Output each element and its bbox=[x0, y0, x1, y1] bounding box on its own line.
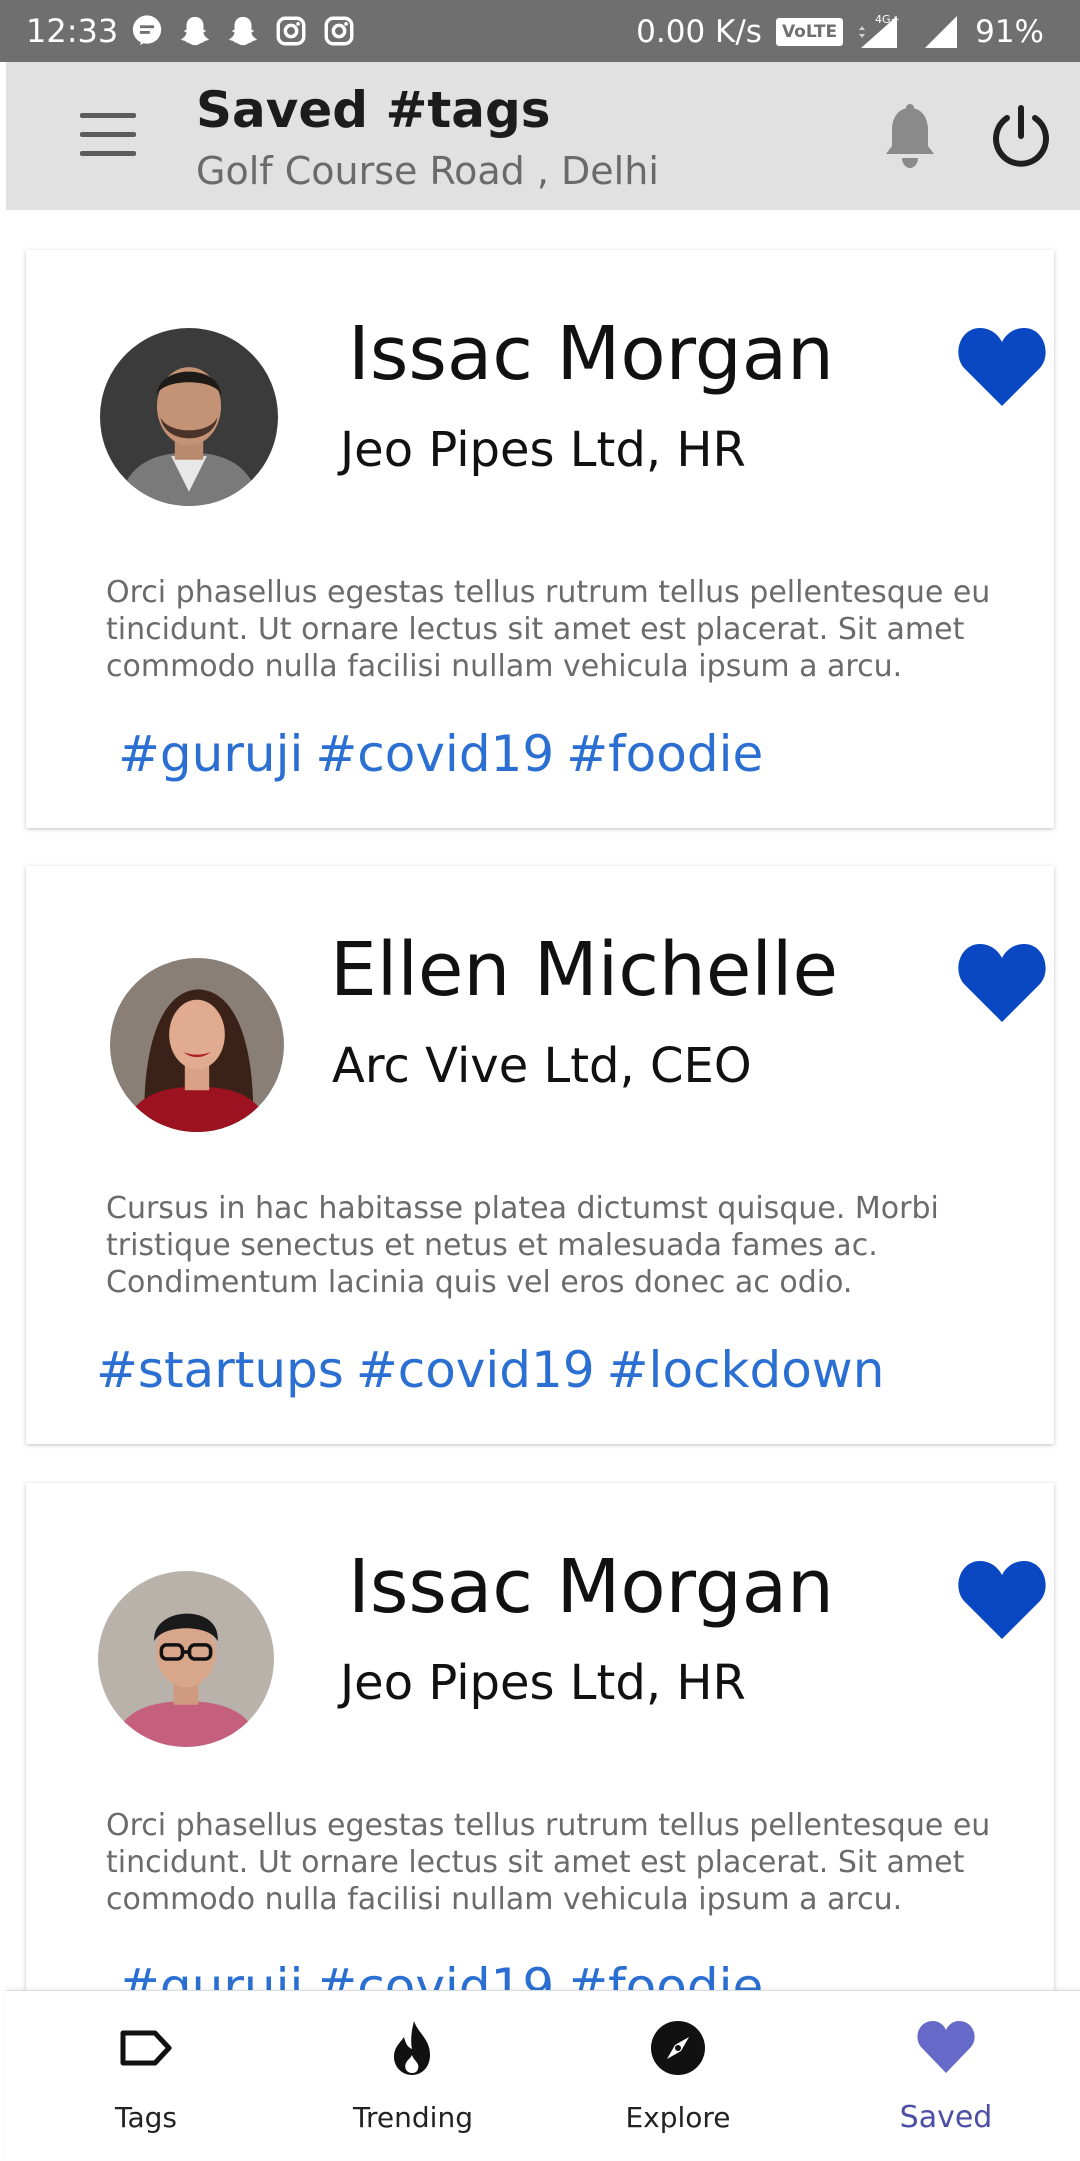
menu-button[interactable] bbox=[76, 113, 140, 159]
hashtag[interactable]: #startups bbox=[96, 1340, 344, 1400]
hashtag[interactable]: #guruji bbox=[118, 724, 303, 784]
notification-icons bbox=[130, 14, 356, 48]
hashtag[interactable]: #covid19 bbox=[356, 1340, 595, 1400]
avatar bbox=[98, 1571, 274, 1747]
person-role: Arc Vive Ltd, CEO bbox=[332, 1038, 752, 1094]
profile-card[interactable]: Issac Morgan Jeo Pipes Ltd, HR Orci phas… bbox=[26, 1483, 1054, 2061]
heart-icon[interactable] bbox=[956, 324, 1048, 408]
hashtag[interactable]: #lockdown bbox=[607, 1340, 885, 1400]
heart-icon bbox=[917, 2021, 975, 2073]
person-name: Issac Morgan bbox=[348, 311, 834, 397]
profile-card[interactable]: Issac Morgan Jeo Pipes Ltd, HR Orci phas… bbox=[26, 250, 1054, 828]
status-right: 0.00 K/s VoLTE 4G+ 91% bbox=[636, 12, 1044, 52]
nav-label: Explore bbox=[625, 2101, 731, 2134]
card-description: Orci phasellus egestas tellus rutrum tel… bbox=[106, 575, 991, 684]
flame-icon bbox=[394, 2021, 430, 2075]
snapchat-icon bbox=[228, 16, 258, 46]
net-speed: 0.00 K/s bbox=[636, 14, 762, 50]
person-role: Jeo Pipes Ltd, HR bbox=[340, 422, 746, 478]
bottom-navigation: Tags Trending Explore Saved bbox=[6, 1990, 1080, 2160]
instagram-icon bbox=[276, 16, 306, 46]
status-time: 12:33 bbox=[26, 12, 119, 50]
battery-level: 91% bbox=[975, 14, 1044, 50]
card-description: Orci phasellus egestas tellus rutrum tel… bbox=[106, 1808, 991, 1917]
nav-label: Tags bbox=[115, 2101, 177, 2134]
signal-icon bbox=[925, 16, 958, 48]
nav-label: Saved bbox=[899, 2100, 993, 2135]
avatar bbox=[110, 958, 284, 1132]
nav-tab-saved[interactable]: Saved bbox=[836, 1991, 1056, 2161]
snapchat-icon bbox=[180, 16, 210, 46]
app-bar: Saved #tags Golf Course Road , Delhi bbox=[6, 62, 1080, 210]
hashtag[interactable]: #covid19 bbox=[315, 724, 554, 784]
person-role: Jeo Pipes Ltd, HR bbox=[340, 1655, 746, 1711]
power-icon[interactable] bbox=[986, 102, 1056, 172]
compass-icon bbox=[651, 2021, 705, 2075]
instagram-icon bbox=[324, 16, 354, 46]
person-name: Issac Morgan bbox=[348, 1544, 834, 1630]
person-name: Ellen Michelle bbox=[330, 927, 838, 1013]
bell-icon[interactable] bbox=[878, 102, 942, 172]
nav-label: Trending bbox=[353, 2101, 473, 2134]
message-icon bbox=[132, 15, 162, 46]
card-description: Cursus in hac habitasse platea dictumst … bbox=[106, 1191, 939, 1300]
hashtag-list: #startups #covid19 #lockdown bbox=[96, 1340, 884, 1400]
page-title: Saved #tags bbox=[196, 81, 551, 139]
heart-icon[interactable] bbox=[956, 940, 1048, 1024]
hashtag[interactable]: #foodie bbox=[566, 724, 763, 784]
hashtag-list: #guruji #covid19 #foodie bbox=[118, 724, 763, 784]
avatar bbox=[100, 328, 278, 506]
tag-icon bbox=[120, 2030, 172, 2066]
profile-card[interactable]: Ellen Michelle Arc Vive Ltd, CEO Cursus … bbox=[26, 866, 1054, 1444]
volte-badge: VoLTE bbox=[775, 18, 844, 46]
nav-tab-explore[interactable]: Explore bbox=[568, 1991, 788, 2161]
status-bar: 12:33 0.00 K/s VoLTE 4G+ 91% bbox=[0, 0, 1080, 62]
network-4g-icon: 4G+ bbox=[859, 13, 900, 48]
heart-icon[interactable] bbox=[956, 1557, 1048, 1641]
location-subtitle: Golf Course Road , Delhi bbox=[196, 149, 659, 193]
nav-tab-tags[interactable]: Tags bbox=[36, 1991, 256, 2161]
nav-tab-trending[interactable]: Trending bbox=[303, 1991, 523, 2161]
